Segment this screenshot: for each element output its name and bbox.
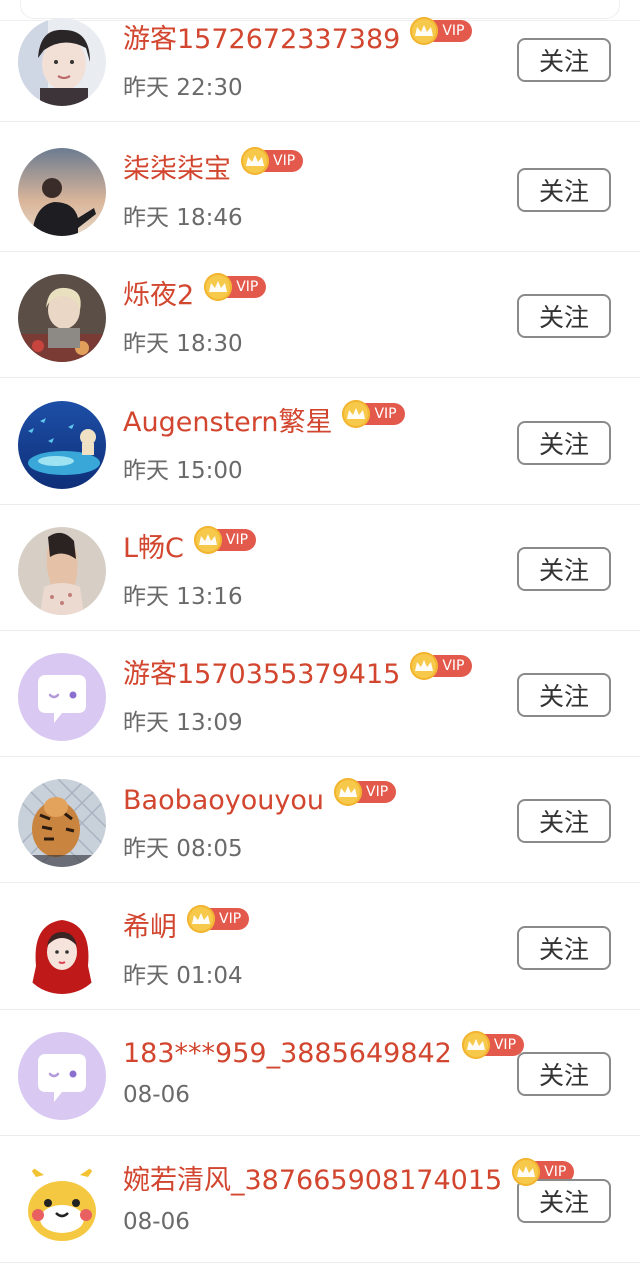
list-item[interactable]: 183***959_3885649842 VIP 08-06 关注 <box>0 1010 640 1136</box>
avatar[interactable] <box>18 18 106 106</box>
follow-button[interactable]: 关注 <box>517 1179 611 1223</box>
user-name[interactable]: L畅C <box>123 527 184 571</box>
user-name[interactable]: 183***959_3885649842 <box>123 1032 452 1076</box>
name-line: L畅C VIP <box>123 526 257 571</box>
list-item[interactable]: 希岄 VIP 昨天 01:04 关注 <box>0 884 640 1010</box>
user-name[interactable]: Baobaoyouyou <box>123 779 324 823</box>
user-name[interactable]: 婉若清风_387665908174015 <box>123 1159 502 1203</box>
user-name[interactable]: 游客1570355379415 <box>123 653 400 697</box>
name-line: 游客1572672337389 VIP <box>123 17 473 62</box>
vip-badge: VIP <box>193 526 257 554</box>
avatar[interactable] <box>18 274 106 362</box>
list-item[interactable]: 游客1570355379415 VIP 昨天 13:09 关注 <box>0 631 640 757</box>
timestamp: 昨天 22:30 <box>123 75 243 101</box>
avatar[interactable] <box>18 1032 106 1120</box>
follow-button[interactable]: 关注 <box>517 421 611 465</box>
user-name[interactable]: 游客1572672337389 <box>123 18 400 62</box>
user-name[interactable]: 希岄 <box>123 906 177 950</box>
crown-icon <box>193 526 222 554</box>
name-line: 183***959_3885649842 VIP <box>123 1031 525 1076</box>
follow-button[interactable]: 关注 <box>517 547 611 591</box>
crown-icon <box>204 273 233 301</box>
crown-icon <box>241 147 269 175</box>
name-line: 希岄 VIP <box>123 905 250 950</box>
vip-badge: VIP <box>187 905 250 933</box>
name-line: 婉若清风_387665908174015 VIP <box>123 1158 575 1203</box>
user-name[interactable]: Augenstern繁星 <box>123 401 332 445</box>
user-name[interactable]: 柒柒柒宝 <box>123 148 231 192</box>
vip-badge: VIP <box>334 778 397 806</box>
name-line: Augenstern繁星 VIP <box>123 400 405 445</box>
timestamp: 昨天 13:09 <box>123 710 243 736</box>
list-item[interactable]: Baobaoyouyou VIP 昨天 08:05 关注 <box>0 757 640 883</box>
follow-button[interactable]: 关注 <box>517 926 611 970</box>
timestamp: 昨天 01:04 <box>123 963 243 989</box>
vip-badge: VIP <box>461 1031 525 1059</box>
timestamp: 昨天 15:00 <box>123 458 243 484</box>
timestamp: 昨天 13:16 <box>123 584 243 610</box>
follow-button[interactable]: 关注 <box>517 799 611 843</box>
crown-icon <box>187 905 215 933</box>
follow-button[interactable]: 关注 <box>517 294 611 338</box>
timestamp: 昨天 18:46 <box>123 205 243 231</box>
list-item[interactable]: 婉若清风_387665908174015 VIP 08-06 关注 <box>0 1137 640 1263</box>
avatar[interactable] <box>18 779 106 867</box>
avatar[interactable] <box>18 1159 106 1247</box>
name-line: 烁夜2 VIP <box>123 273 267 318</box>
avatar[interactable] <box>18 906 106 994</box>
crown-icon <box>461 1031 490 1059</box>
avatar[interactable] <box>18 148 106 236</box>
timestamp: 08-06 <box>123 1082 190 1108</box>
timestamp: 昨天 18:30 <box>123 331 243 357</box>
timestamp: 昨天 08:05 <box>123 836 243 862</box>
avatar[interactable] <box>18 527 106 615</box>
list-item[interactable]: 游客1572672337389 VIP 昨天 22:30 关注 <box>0 0 640 122</box>
vip-badge: VIP <box>241 147 304 175</box>
avatar[interactable] <box>18 653 106 741</box>
crown-icon <box>512 1158 541 1186</box>
vip-badge: VIP <box>410 652 473 680</box>
user-name[interactable]: 烁夜2 <box>123 274 194 318</box>
name-line: Baobaoyouyou VIP <box>123 778 397 823</box>
vip-badge: VIP <box>342 400 405 428</box>
follow-button[interactable]: 关注 <box>517 38 611 82</box>
crown-icon <box>334 778 363 806</box>
follow-button[interactable]: 关注 <box>517 673 611 717</box>
vip-badge: VIP <box>410 17 473 45</box>
list-item[interactable]: L畅C VIP 昨天 13:16 关注 <box>0 505 640 631</box>
avatar[interactable] <box>18 401 106 489</box>
follow-button[interactable]: 关注 <box>517 1052 611 1096</box>
list-item[interactable]: Augenstern繁星 VIP 昨天 15:00 关注 <box>0 379 640 505</box>
list-item[interactable]: 烁夜2 VIP 昨天 18:30 关注 <box>0 252 640 378</box>
vip-badge: VIP <box>204 273 267 301</box>
follow-button[interactable]: 关注 <box>517 168 611 212</box>
name-line: 柒柒柒宝 VIP <box>123 147 304 192</box>
timestamp: 08-06 <box>123 1209 190 1235</box>
name-line: 游客1570355379415 VIP <box>123 652 473 697</box>
list-item[interactable]: 柒柒柒宝 VIP 昨天 18:46 关注 <box>0 126 640 252</box>
